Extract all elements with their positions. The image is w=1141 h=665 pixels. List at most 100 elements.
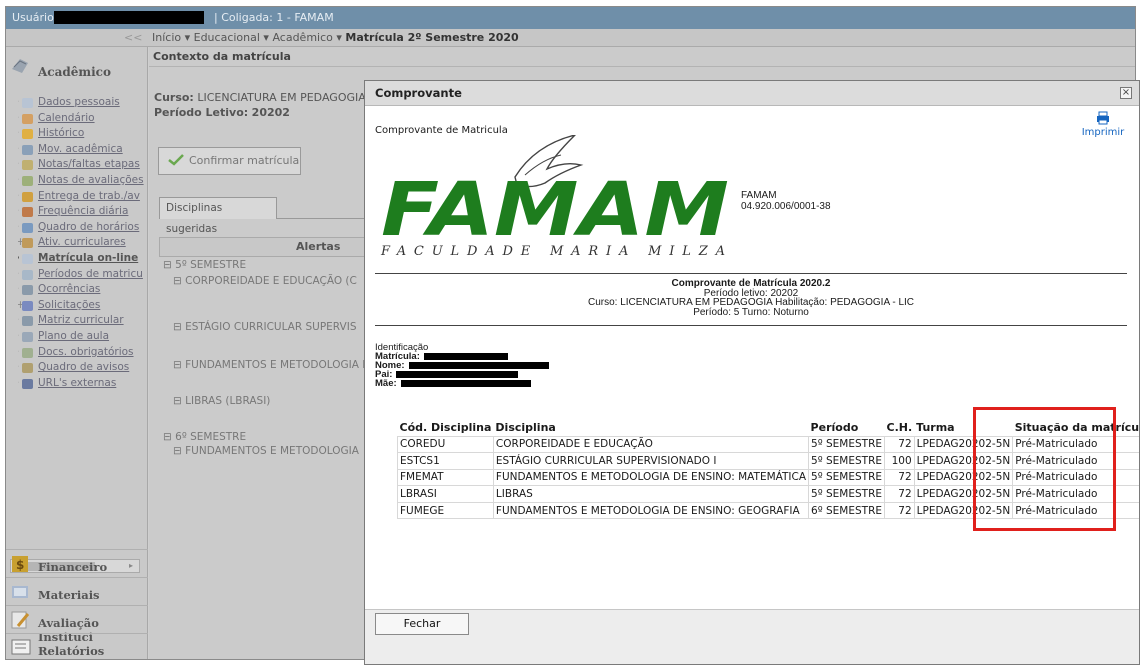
redacted-value bbox=[400, 379, 531, 387]
tree-connector-icon: · bbox=[18, 189, 19, 204]
nav-item-icon bbox=[22, 285, 33, 296]
sidebar-financeiro[interactable]: $ Financeiro bbox=[6, 549, 148, 579]
tree-connector-icon: · bbox=[18, 329, 19, 344]
context-info: Curso: LICENCIATURA EM PEDAGOGIA Período… bbox=[154, 91, 394, 133]
sidebar-item[interactable]: · Plano de aula bbox=[18, 329, 148, 345]
grid-row[interactable]: ⊟ FUNDAMENTOS E METODOLOGIA bbox=[173, 445, 359, 457]
sidebar-item[interactable]: · Quadro de horários bbox=[18, 220, 148, 236]
grid-row[interactable]: ⊟ ESTÁGIO CURRICULAR SUPERVIS bbox=[173, 321, 356, 333]
tree-connector-icon: · bbox=[18, 220, 19, 235]
sidebar: Acadêmico · Dados pessoais · Calendário · His… bbox=[6, 47, 148, 659]
table-cell: LIBRAS bbox=[492, 485, 810, 503]
table-cell: LBRASI bbox=[397, 485, 494, 503]
sidebar-item[interactable]: · Ocorrências bbox=[18, 282, 148, 298]
print-button[interactable]: Imprimir bbox=[1075, 111, 1131, 138]
grid-row[interactable]: ⊟ CORPOREIDADE E EDUCAÇÃO (C bbox=[173, 275, 357, 287]
sidebar-item[interactable]: · Períodos de matricu bbox=[18, 267, 148, 283]
tree-connector-icon: · bbox=[18, 173, 19, 188]
dialog-title: Comprovante bbox=[365, 81, 1139, 106]
nav-item-icon bbox=[22, 378, 33, 389]
tree-connector-icon: · bbox=[18, 345, 19, 360]
tree-connector-icon: · bbox=[18, 282, 19, 297]
sidebar-item-label: Ativ. curriculares bbox=[38, 236, 126, 249]
table-cell: 72 bbox=[884, 435, 915, 454]
sidebar-materiais-label: Materiais bbox=[38, 588, 100, 602]
sidebar-item-label: Quadro de avisos bbox=[38, 361, 130, 374]
top-bar: Usuário: | Coligada: 1 - FAMAM bbox=[6, 7, 1135, 29]
comprovante-dialog: Comprovante × Comprovante de Matricula I… bbox=[364, 80, 1140, 665]
nav-item-icon bbox=[22, 191, 33, 202]
sidebar-item[interactable]: +Solicitações bbox=[18, 298, 148, 314]
sidebar-item[interactable]: · Entrega de trab./av bbox=[18, 189, 148, 205]
grid-header-alertas: Alertas bbox=[159, 237, 369, 257]
nav-item-icon bbox=[22, 175, 33, 186]
sidebar-item[interactable]: +Ativ. curriculares bbox=[18, 235, 148, 251]
sidebar-item[interactable]: · Calendário bbox=[18, 111, 148, 127]
grid-row[interactable]: ⊟ 5º SEMESTRE bbox=[163, 259, 246, 271]
sidebar-item[interactable]: · Quadro de avisos bbox=[18, 360, 148, 376]
breadcrumb-inicio[interactable]: Início ▾ bbox=[152, 31, 190, 44]
sidebar-item-label: Matriz curricular bbox=[38, 314, 124, 327]
sidebar-item-label: Notas/faltas etapas bbox=[38, 158, 140, 171]
sidebar-item[interactable]: · URL's externas bbox=[18, 376, 148, 392]
sidebar-item-label: Histórico bbox=[38, 127, 85, 140]
institution-cnpj: 04.920.006/0001-38 bbox=[741, 201, 831, 212]
tree-connector-icon: · bbox=[18, 126, 19, 141]
pencil-paper-icon bbox=[11, 611, 30, 629]
close-button[interactable]: Fechar bbox=[375, 613, 469, 635]
redacted-username bbox=[54, 11, 204, 24]
sidebar-item[interactable]: · Dados pessoais bbox=[18, 95, 148, 111]
sidebar-avaliacao[interactable]: Avaliação Instituci bbox=[6, 605, 148, 644]
sidebar-relatorios-label: Relatórios bbox=[38, 644, 105, 658]
tree-connector-icon: · bbox=[18, 313, 19, 328]
table-cell: FUMEGE bbox=[397, 501, 494, 520]
sidebar-item[interactable]: · Frequência diária bbox=[18, 204, 148, 220]
tree-connector-icon: · bbox=[18, 95, 19, 110]
table-cell: 72 bbox=[884, 501, 915, 520]
academic-cap-icon bbox=[12, 59, 28, 73]
breadcrumb-academico[interactable]: Acadêmico ▾ bbox=[272, 31, 341, 44]
coligada-label: | Coligada: 1 - FAMAM bbox=[214, 11, 334, 24]
sidebar-item-label: Ocorrências bbox=[38, 283, 101, 296]
sidebar-header-academico[interactable]: Acadêmico bbox=[6, 51, 148, 85]
col-header-codigo: Cód. Disciplina bbox=[399, 421, 492, 435]
sidebar-relatorios[interactable]: Relatórios bbox=[6, 633, 148, 659]
sidebar-item[interactable]: · Docs. obrigatórios bbox=[18, 345, 148, 361]
col-header-periodo: Período bbox=[810, 421, 859, 435]
sidebar-materiais[interactable]: Materiais bbox=[6, 577, 148, 607]
tree-connector-icon: · bbox=[18, 360, 19, 375]
sidebar-item[interactable]: · Histórico bbox=[18, 126, 148, 142]
sidebar-item-label: URL's externas bbox=[38, 376, 117, 389]
confirm-enrollment-label: Confirmar matrícula bbox=[189, 154, 300, 167]
printer-icon bbox=[1097, 111, 1109, 125]
curso-value: LICENCIATURA EM PEDAGOGIA bbox=[197, 91, 366, 104]
tab-disciplinas-sugeridas[interactable]: Disciplinas sugeridas bbox=[159, 197, 277, 235]
close-icon[interactable]: × bbox=[1120, 87, 1132, 99]
tree-connector-icon: · bbox=[18, 204, 19, 219]
sidebar-item[interactable]: · Notas/faltas etapas bbox=[18, 157, 148, 173]
sidebar-item[interactable]: · Matriz curricular bbox=[18, 313, 148, 329]
nav-item-icon bbox=[22, 144, 33, 155]
breadcrumb-educacional[interactable]: Educacional ▾ bbox=[194, 31, 269, 44]
famam-logo: FAMAM FACULDADE MARIA MILZA bbox=[380, 135, 729, 259]
sidebar-item-label: Matrícula on-line bbox=[38, 251, 139, 264]
nav-item-icon bbox=[22, 207, 33, 218]
tree-connector-icon: · bbox=[18, 111, 19, 126]
collapse-sidebar-button[interactable]: << bbox=[124, 29, 142, 47]
col-header-disciplina: Disciplina bbox=[495, 421, 556, 435]
tab-strip: Disciplinas sugeridas bbox=[159, 197, 379, 235]
confirm-enrollment-button[interactable]: Confirmar matrícula bbox=[158, 147, 301, 175]
sidebar-item-label: Plano de aula bbox=[38, 329, 110, 342]
table-cell: ESTÁGIO CURRICULAR SUPERVISIONADO I bbox=[492, 452, 810, 470]
sidebar-item[interactable]: · Notas de avaliações bbox=[18, 173, 148, 189]
nav-item-icon bbox=[22, 269, 33, 280]
grid-row[interactable]: ⊟ 6º SEMESTRE bbox=[163, 431, 246, 443]
sidebar-item[interactable]: · Matrícula on-line bbox=[18, 251, 148, 267]
sidebar-nav: · Dados pessoais · Calendário · Histórico · Mov… bbox=[18, 95, 148, 391]
tree-connector-icon: · bbox=[18, 251, 20, 266]
sidebar-item-label: Solicitações bbox=[38, 298, 101, 311]
breadcrumb-current: Matrícula 2º Semestre 2020 bbox=[345, 31, 519, 44]
grid-row[interactable]: ⊟ LIBRAS (LBRASI) bbox=[173, 395, 270, 407]
grid-row[interactable]: ⊟ FUNDAMENTOS E METODOLOGIA I bbox=[173, 359, 365, 371]
sidebar-item[interactable]: · Mov. acadêmica bbox=[18, 142, 148, 158]
